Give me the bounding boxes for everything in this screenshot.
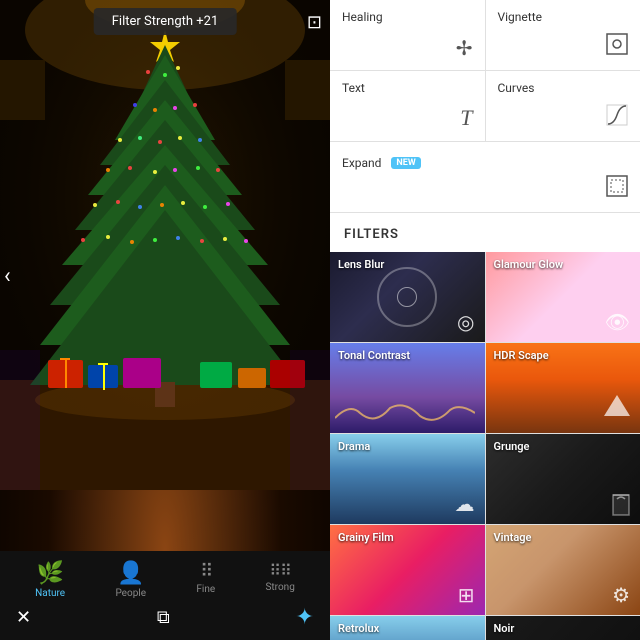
lens-blur-inner	[397, 287, 417, 307]
tool-healing-label: Healing	[342, 10, 473, 24]
tab-people[interactable]: 👤 People	[115, 561, 146, 599]
healing-icon: ✢	[456, 36, 473, 60]
expand-icon	[606, 175, 628, 202]
right-panel: Healing ✢ Vignette Text T Curves	[330, 0, 640, 640]
tool-text-label: Text	[342, 81, 473, 95]
tab-fine[interactable]: ⠿ Fine	[196, 561, 215, 599]
lens-blur-icon: ◎	[457, 310, 474, 334]
tab-nature[interactable]: 🌿 Nature	[35, 561, 65, 599]
filter-noir[interactable]: Noir 🌙	[486, 616, 640, 640]
filter-strength-bar: Filter Strength +21	[94, 8, 237, 35]
bottom-actions: ✕ ⧉ ✦	[0, 601, 330, 636]
tab-nature-label: Nature	[35, 588, 65, 599]
noir-label: Noir	[494, 622, 515, 635]
filter-vintage[interactable]: Vintage ⚙	[486, 525, 640, 615]
tonal-contrast-label: Tonal Contrast	[338, 349, 410, 362]
grainy-film-label: Grainy Film	[338, 531, 394, 544]
vintage-label: Vintage	[494, 531, 532, 544]
glamour-glow-icon: 👁	[605, 310, 630, 334]
new-badge: NEW	[391, 157, 420, 169]
vignette-icon	[606, 33, 628, 60]
tool-healing[interactable]: Healing ✢	[330, 0, 485, 70]
tab-people-label: People	[115, 588, 146, 599]
tool-vignette[interactable]: Vignette	[486, 0, 640, 70]
filter-tonal-contrast[interactable]: Tonal Contrast	[330, 343, 485, 433]
photo-background	[0, 0, 330, 551]
close-button[interactable]: ✕	[16, 607, 31, 628]
nature-icon: 🌿	[36, 561, 63, 586]
expand-photo-button[interactable]: ⊡	[307, 12, 322, 33]
drama-label: Drama	[338, 440, 370, 453]
tool-curves-label: Curves	[498, 81, 629, 95]
filter-tabs: 🌿 Nature 👤 People ⠿ Fine ⠿⠿ Strong	[0, 557, 330, 601]
strong-icon: ⠿⠿	[269, 561, 290, 580]
filter-glamour-glow[interactable]: Glamour Glow 👁	[486, 252, 640, 342]
tool-vignette-label: Vignette	[498, 10, 629, 24]
filter-retrolux[interactable]: Retrolux	[330, 616, 485, 640]
tool-expand-label: Expand	[342, 156, 381, 170]
tab-strong-label: Strong	[265, 582, 294, 593]
tool-expand[interactable]: Expand NEW	[330, 142, 640, 212]
filters-grid: Lens Blur ◎ Glamour Glow 👁 Tonal Contras…	[330, 252, 640, 640]
glamour-glow-label: Glamour Glow	[494, 258, 564, 271]
filter-drama[interactable]: Drama ☁	[330, 434, 485, 524]
grainy-film-icon: ⊞	[458, 583, 475, 607]
drama-icon: ☁	[455, 492, 475, 516]
left-panel: Filter Strength +21 ‹ ⊡ 🌿 Nature 👤 Peopl…	[0, 0, 330, 640]
tab-strong[interactable]: ⠿⠿ Strong	[265, 561, 294, 599]
filters-heading: FILTERS	[330, 213, 640, 252]
filter-hdr-scape[interactable]: HDR Scape	[486, 343, 640, 433]
tool-text[interactable]: Text T	[330, 71, 485, 141]
hdr-scape-label: HDR Scape	[494, 349, 549, 362]
people-icon: 👤	[117, 561, 144, 586]
brush-button[interactable]: ✦	[296, 605, 314, 630]
filter-lens-blur[interactable]: Lens Blur ◎	[330, 252, 485, 342]
adjustments-button[interactable]: ⧉	[157, 607, 170, 628]
grunge-label: Grunge	[494, 440, 530, 453]
vintage-icon: ⚙	[612, 583, 630, 607]
filter-grunge[interactable]: Grunge	[486, 434, 640, 524]
filter-strength-text: Filter Strength +21	[112, 14, 219, 29]
photo-area: Filter Strength +21 ‹ ⊡	[0, 0, 330, 551]
lens-blur-label: Lens Blur	[338, 258, 384, 271]
bottom-toolbar: 🌿 Nature 👤 People ⠿ Fine ⠿⠿ Strong ✕ ⧉ ✦	[0, 551, 330, 640]
retrolux-label: Retrolux	[338, 622, 379, 635]
fine-icon: ⠿	[200, 561, 211, 582]
tools-grid: Healing ✢ Vignette Text T Curves	[330, 0, 640, 213]
tab-fine-label: Fine	[196, 584, 215, 595]
tool-curves[interactable]: Curves	[486, 71, 640, 141]
filter-grainy-film[interactable]: Grainy Film ⊞	[330, 525, 485, 615]
text-icon: T	[460, 105, 472, 131]
curves-icon	[606, 104, 628, 131]
filters-section: FILTERS Lens Blur ◎ Glamour Glow 👁	[330, 213, 640, 640]
nav-arrow-left[interactable]: ‹	[4, 263, 11, 288]
